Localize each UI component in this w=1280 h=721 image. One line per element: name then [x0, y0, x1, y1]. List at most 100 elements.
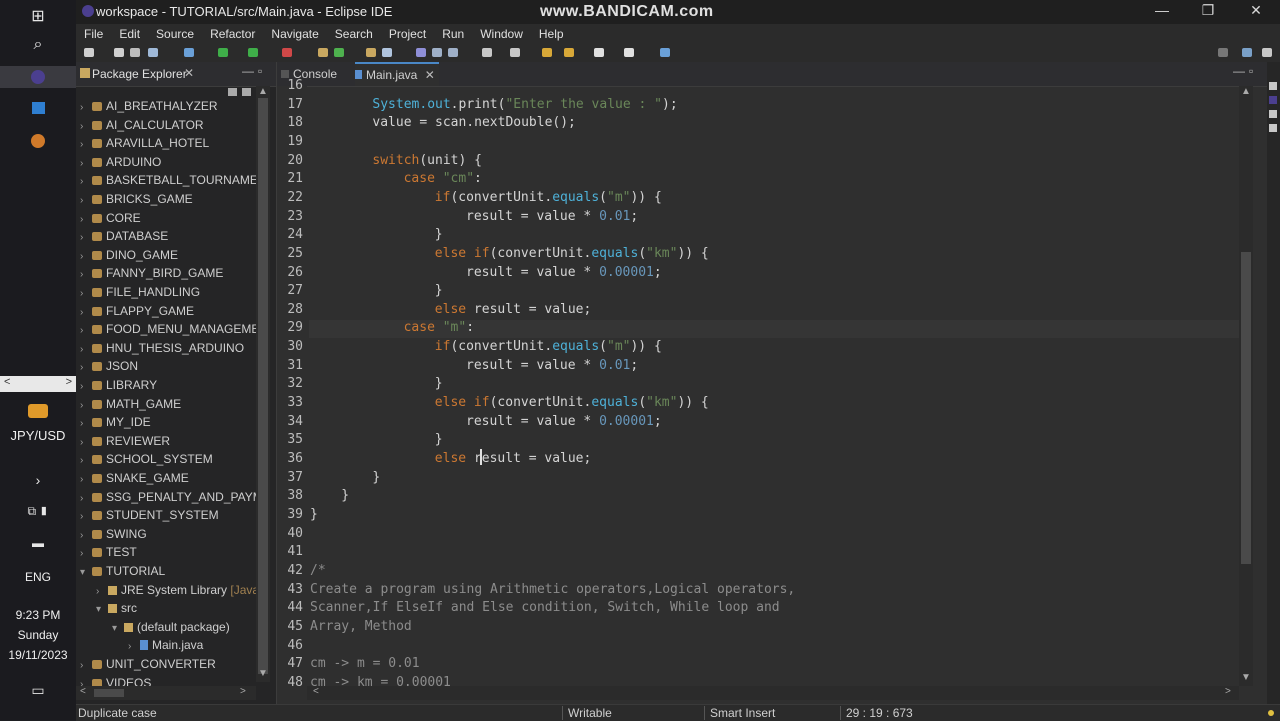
chevron-right-icon[interactable]: ›: [80, 530, 92, 541]
code-line[interactable]: }: [310, 432, 443, 447]
tree-item-project[interactable]: › ARAVILLA_HOTEL: [80, 136, 209, 154]
tree-item-project[interactable]: › FLAPPY_GAME: [80, 304, 194, 322]
windows-start-icon[interactable]: ⊞: [0, 6, 76, 26]
pkg-vertical-scrollbar[interactable]: ▲ ▼: [256, 86, 270, 682]
clock-time[interactable]: 9:23 PM: [0, 608, 76, 622]
editor-scroll-up-icon[interactable]: ▲: [1241, 86, 1251, 97]
chevron-down-icon[interactable]: ▾: [112, 623, 124, 634]
chevron-right-icon[interactable]: ›: [80, 214, 92, 225]
tree-item-project[interactable]: › SSG_PENALTY_AND_PAYMEN: [80, 490, 256, 508]
run-config-icon[interactable]: [248, 48, 258, 57]
new-icon[interactable]: [84, 48, 94, 57]
code-line[interactable]: Create a program using Arithmetic operat…: [310, 582, 795, 597]
media-player-icon[interactable]: [0, 134, 76, 151]
tree-item-jre[interactable]: › JRE System Library [JavaS: [96, 583, 256, 601]
chevron-right-icon[interactable]: ›: [80, 474, 92, 485]
chevron-down-icon[interactable]: ▾: [80, 567, 92, 578]
menu-source[interactable]: Source: [148, 27, 202, 41]
code-line[interactable]: else result = value;: [310, 302, 592, 317]
app-taskbar-icon[interactable]: [0, 102, 76, 117]
tree-item-project[interactable]: › MY_IDE: [80, 415, 151, 433]
tree-item-project[interactable]: › FILE_HANDLING: [80, 285, 200, 303]
pkg-hscroll-thumb[interactable]: [94, 689, 124, 697]
menu-edit[interactable]: Edit: [111, 27, 148, 41]
editor-scroll-down-icon[interactable]: ▼: [1241, 672, 1251, 683]
tree-item-project[interactable]: › SNAKE_GAME: [80, 471, 189, 489]
close-tab-icon[interactable]: ✕: [184, 66, 194, 80]
search-tool-icon[interactable]: [382, 48, 392, 57]
code-line[interactable]: switch(unit) {: [310, 153, 482, 168]
editor-vertical-scrollbar[interactable]: ▲ ▼: [1239, 86, 1253, 686]
tree-item-project[interactable]: › DINO_GAME: [80, 248, 178, 266]
chevron-right-icon[interactable]: ›: [80, 418, 92, 429]
chevron-right-icon[interactable]: ›: [80, 493, 92, 504]
chevron-right-icon[interactable]: ›: [80, 195, 92, 206]
perspective-open-icon[interactable]: [1262, 48, 1272, 57]
notification-bulb-icon[interactable]: [1268, 710, 1274, 716]
editor-maximize-icon[interactable]: ▫: [1249, 64, 1253, 78]
menu-file[interactable]: File: [76, 27, 111, 41]
tree-item-project[interactable]: › BASKETBALL_TOURNAMENT: [80, 173, 256, 191]
chevron-down-icon[interactable]: ▾: [96, 604, 108, 615]
menu-navigate[interactable]: Navigate: [263, 27, 326, 41]
restore-icon[interactable]: ❐: [1188, 2, 1228, 19]
chevron-right-icon[interactable]: ›: [80, 660, 92, 671]
chevron-right-icon[interactable]: ›: [80, 511, 92, 522]
code-line[interactable]: }: [310, 376, 443, 391]
tree-item-project[interactable]: › SCHOOL_SYSTEM: [80, 452, 213, 470]
tree-item-project[interactable]: › FOOD_MENU_MANAGEMEN: [80, 322, 256, 340]
new-class-icon[interactable]: [334, 48, 344, 57]
code-line[interactable]: Array, Method: [310, 619, 412, 634]
code-line[interactable]: System.out.print("Enter the value : ");: [310, 97, 677, 112]
chevron-right-icon[interactable]: ›: [128, 641, 140, 652]
tree-item-project[interactable]: › REVIEWER: [80, 434, 170, 452]
tab-main-java[interactable]: Main.java ✕: [355, 62, 439, 86]
chevron-right-icon[interactable]: ›: [80, 232, 92, 243]
menu-project[interactable]: Project: [381, 27, 434, 41]
search-icon[interactable]: ⌕: [0, 36, 76, 54]
code-line[interactable]: cm -> m = 0.01: [310, 656, 420, 671]
code-line[interactable]: result = value * 0.00001;: [310, 265, 662, 280]
ruler-icon[interactable]: [1269, 110, 1277, 118]
close-tab-icon[interactable]: ✕: [425, 68, 435, 82]
editor-hscroll-left-icon[interactable]: <: [313, 686, 319, 697]
chevron-right-icon[interactable]: ›: [80, 158, 92, 169]
notification-icon[interactable]: ▭: [0, 682, 76, 699]
menu-window[interactable]: Window: [472, 27, 531, 41]
annotation-next-icon[interactable]: [482, 48, 492, 57]
save-icon[interactable]: [114, 48, 124, 57]
link-editor-icon[interactable]: [242, 88, 251, 96]
menu-search[interactable]: Search: [327, 27, 381, 41]
terminal-icon[interactable]: [148, 48, 158, 57]
tree-item-project[interactable]: › CORE: [80, 211, 141, 229]
code-line[interactable]: result = value * 0.01;: [310, 358, 638, 373]
collapse-all-icon[interactable]: [228, 88, 237, 96]
minimize-view-icon[interactable]: —: [242, 64, 254, 78]
tree-item-project[interactable]: › DATABASE: [80, 229, 168, 247]
chevron-right-icon[interactable]: ›: [0, 472, 76, 488]
chevron-right-icon[interactable]: ›: [80, 139, 92, 150]
ruler-icon[interactable]: [1269, 124, 1277, 132]
code-line[interactable]: else result = value;: [310, 451, 592, 466]
chevron-right-icon[interactable]: ›: [80, 381, 92, 392]
menu-run[interactable]: Run: [434, 27, 472, 41]
scroll-left-icon[interactable]: <: [4, 376, 10, 388]
close-icon[interactable]: ✕: [1236, 2, 1276, 19]
tree-item-project[interactable]: › ARDUINO: [80, 155, 161, 173]
toolbar-search-icon[interactable]: [1218, 48, 1228, 57]
back-arrow-icon[interactable]: [594, 48, 604, 57]
code-line[interactable]: }: [310, 283, 443, 298]
menu-help[interactable]: Help: [531, 27, 572, 41]
tree-item-project[interactable]: › AI_CALCULATOR: [80, 118, 204, 136]
tree-item-default-package[interactable]: ▾ (default package): [112, 620, 230, 638]
tree-item-src[interactable]: ▾ src: [96, 601, 137, 619]
weather-icon[interactable]: [0, 404, 76, 421]
chevron-right-icon[interactable]: ›: [80, 437, 92, 448]
chevron-right-icon[interactable]: ›: [80, 121, 92, 132]
chevron-right-icon[interactable]: ›: [80, 325, 92, 336]
tree-item-project[interactable]: › FANNY_BIRD_GAME: [80, 266, 223, 284]
pkg-scroll-thumb[interactable]: [258, 98, 268, 674]
code-line[interactable]: cm -> km = 0.00001: [310, 675, 451, 686]
code-line[interactable]: if(convertUnit.equals("m")) {: [310, 190, 662, 205]
code-line[interactable]: Scanner,If ElseIf and Else condition, Sw…: [310, 600, 780, 615]
